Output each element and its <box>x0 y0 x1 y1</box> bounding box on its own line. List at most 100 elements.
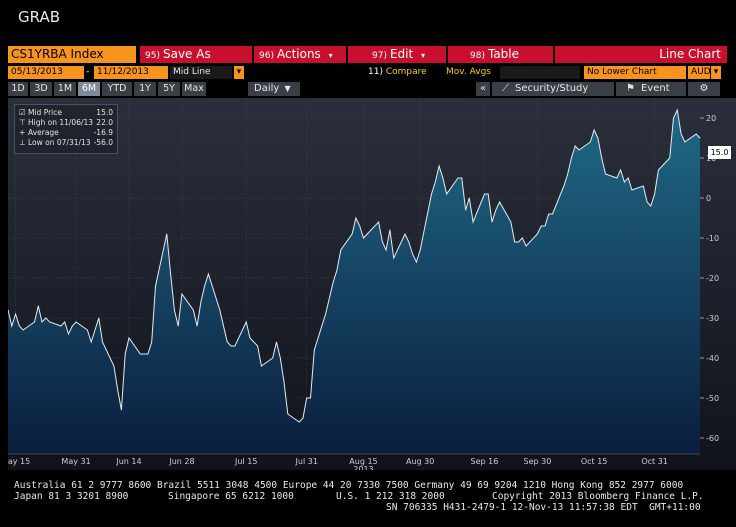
checkbox-icon: ☑ <box>19 108 26 117</box>
start-date-field[interactable]: 05/13/2013 <box>8 66 84 79</box>
legend-row-mid: ☑ Mid Price 15.0 <box>19 108 113 117</box>
y-tick-label: 20 <box>706 114 716 123</box>
y-tick-label: -30 <box>706 314 719 323</box>
data-point <box>121 409 122 411</box>
lower-chart-field[interactable]: No Lower Chart <box>584 66 686 79</box>
end-date-field[interactable]: 11/12/2013 <box>94 66 168 79</box>
event-button[interactable]: ⚑ Event <box>616 82 686 96</box>
data-point <box>495 209 497 211</box>
data-point <box>416 261 417 263</box>
data-point <box>510 221 512 223</box>
legend-row-low: ⊥ Low on 07/31/13 -56.0 <box>19 138 113 147</box>
field-selector[interactable]: Mid Line <box>170 66 232 79</box>
legend-key: Mid Price <box>28 108 62 117</box>
data-point <box>605 173 606 175</box>
legend-value: 15.0 <box>96 108 113 117</box>
field-dropdown-icon[interactable]: ▾ <box>234 66 244 79</box>
security-study-label: Security/Study <box>515 83 589 94</box>
event-label: Event <box>640 83 670 94</box>
chevron-down-icon: ▼ <box>284 84 291 93</box>
collapse-icon[interactable]: « <box>476 82 490 96</box>
line-chart-icon: ⟋ <box>502 83 509 94</box>
footer-line-2c: U.S. 1 212 318 2000 <box>336 491 445 502</box>
data-point <box>219 309 221 311</box>
table-label: Table <box>487 47 519 61</box>
period-tab-1m[interactable]: 1M <box>54 82 76 96</box>
data-point <box>389 229 391 231</box>
data-point <box>408 241 410 243</box>
period-tab-1d[interactable]: 1D <box>8 82 28 96</box>
gear-icon[interactable]: ⚙ <box>688 82 720 96</box>
data-point <box>552 213 553 215</box>
data-point <box>60 325 62 327</box>
data-point <box>313 349 315 351</box>
save-as-button[interactable]: 95) Save As <box>140 46 252 63</box>
data-point <box>419 249 421 251</box>
y-tick-label: -20 <box>706 274 719 283</box>
data-point <box>465 209 466 211</box>
x-tick-label: Oct 15 <box>581 457 608 466</box>
data-point <box>94 329 96 331</box>
data-point <box>155 285 156 287</box>
footer-line-3: SN 706335 H431-2479-1 12-Nov-13 11:57:38… <box>386 502 701 513</box>
edit-number: 97) <box>372 51 387 61</box>
data-point <box>45 317 47 319</box>
data-point <box>563 185 565 187</box>
legend-value: 22.0 <box>96 118 113 127</box>
data-point <box>253 341 255 343</box>
y-tick-label: -10 <box>706 234 719 243</box>
chart-type-label[interactable]: Line Chart <box>555 46 727 63</box>
period-tab-5y[interactable]: 5Y <box>158 82 180 96</box>
data-point <box>287 413 289 415</box>
actions-menu[interactable]: 96) Actions ▾ <box>254 46 346 63</box>
period-tab-max[interactable]: Max <box>182 82 206 96</box>
period-tab-1y[interactable]: 1Y <box>134 82 156 96</box>
data-point <box>174 309 175 311</box>
period-tab-ytd[interactable]: YTD <box>102 82 132 96</box>
data-point <box>658 169 659 171</box>
data-point <box>412 253 413 255</box>
data-point <box>147 353 149 355</box>
x-tick-label: Oct 31 <box>641 457 668 466</box>
ticker-field[interactable]: CS1YRBA Index <box>8 46 136 63</box>
legend-row-average: + Average -16.9 <box>19 128 113 137</box>
currency-field[interactable]: AUD <box>688 66 711 79</box>
frequency-select[interactable]: Daily ▼ <box>248 82 300 96</box>
data-point <box>37 305 39 307</box>
data-point <box>283 381 285 383</box>
x-tick-label: Sep 16 <box>471 457 499 466</box>
compare-label: Compare <box>385 67 427 77</box>
table-button[interactable]: 98) Table <box>448 46 553 63</box>
legend-key: Average <box>28 128 59 137</box>
y-tick-label: -60 <box>706 434 719 443</box>
period-tab-6m[interactable]: 6M <box>78 82 100 96</box>
security-study-button[interactable]: ⟋ Security/Study <box>492 82 614 96</box>
legend-key: High on 11/06/13 <box>28 118 94 127</box>
data-point <box>624 181 625 183</box>
legend-key: Low on 07/31/13 <box>28 138 91 147</box>
data-point <box>446 193 447 195</box>
data-point <box>627 177 629 179</box>
x-tick-label: Jul 31 <box>295 457 318 466</box>
currency-dropdown-icon[interactable]: ▾ <box>711 66 721 79</box>
average-marker-icon: + <box>19 128 26 137</box>
data-point <box>200 301 202 303</box>
data-point <box>431 193 432 195</box>
data-point <box>181 293 183 295</box>
data-point <box>540 225 542 227</box>
chart-legend[interactable]: ☑ Mid Price 15.0 ⊤ High on 11/06/13 22.0… <box>14 104 118 154</box>
data-point <box>298 421 300 423</box>
compare-button[interactable]: 11) Compare <box>368 66 427 79</box>
data-point <box>257 345 258 347</box>
data-point <box>64 321 66 323</box>
period-tab-3d[interactable]: 3D <box>30 82 52 96</box>
data-point <box>177 325 179 327</box>
data-point <box>631 189 633 191</box>
data-point <box>442 177 444 179</box>
data-point <box>87 329 88 331</box>
mov-avgs-button[interactable]: Mov. Avgs <box>446 66 491 79</box>
data-point <box>249 337 251 339</box>
edit-menu[interactable]: 97) Edit ▾ <box>348 46 446 63</box>
data-point <box>279 357 281 359</box>
chevron-down-icon: ▾ <box>328 51 333 60</box>
